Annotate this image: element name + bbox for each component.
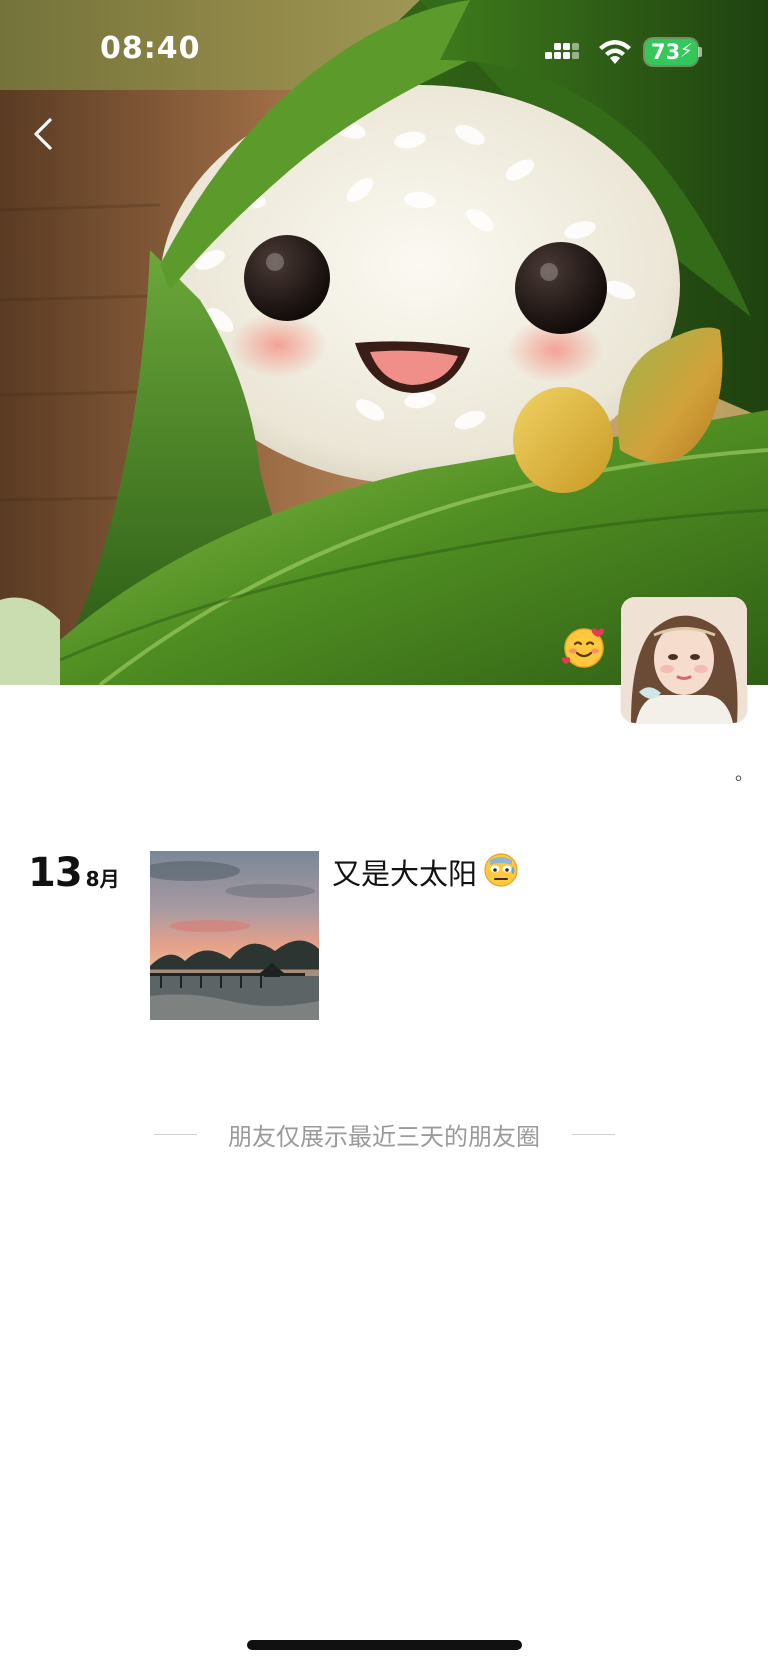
status-emoji-icon[interactable]: [560, 623, 608, 671]
sunset-pier-photo: [150, 851, 319, 1020]
battery-icon: 73 ⚡: [645, 39, 697, 65]
profile-signature: 。: [735, 764, 753, 785]
avatar-image: [621, 597, 747, 723]
post-date: 13 8月: [28, 850, 120, 900]
battery-tip: [698, 47, 702, 57]
cover-image[interactable]: 08:40 73 ⚡: [0, 0, 768, 685]
avatar[interactable]: [621, 597, 747, 723]
post-day: 13: [28, 850, 83, 896]
status-time: 08:40: [100, 31, 201, 66]
charging-bolt-icon: ⚡: [679, 40, 693, 62]
battery-level: 73: [651, 40, 681, 64]
signal-icon: [545, 40, 585, 66]
post-month: 8月: [85, 867, 120, 891]
chevron-left-icon: [34, 118, 52, 150]
anxious-sweat-emoji-icon: [484, 853, 518, 887]
home-indicator[interactable]: [247, 1640, 522, 1650]
wifi-icon: [599, 40, 631, 64]
back-button[interactable]: [22, 112, 66, 156]
post-thumbnail[interactable]: [150, 851, 319, 1020]
divider-line-right: [572, 1134, 615, 1135]
post-text[interactable]: 又是大太阳: [332, 851, 477, 893]
status-bar: 08:40 73 ⚡: [0, 0, 768, 104]
moments-limit-note: 朋友仅展示最近三天的朋友圈: [228, 1123, 540, 1151]
